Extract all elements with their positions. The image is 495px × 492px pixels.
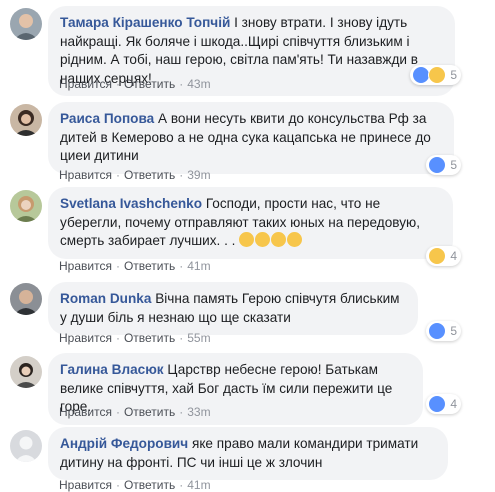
default-avatar-icon [10, 430, 42, 462]
reactions-summary[interactable]: 5 [410, 65, 461, 85]
avatar-photo [10, 8, 42, 40]
timestamp[interactable]: 41m [187, 478, 210, 492]
like-reaction-icon [428, 322, 447, 340]
avatar[interactable] [10, 356, 42, 388]
timestamp[interactable]: 33m [187, 405, 210, 419]
author-name[interactable]: Roman Dunka [60, 291, 151, 306]
reactions-summary[interactable]: 5 [426, 321, 461, 341]
author-name[interactable]: Раиса Попова [60, 111, 154, 126]
reply-link[interactable]: Ответить [124, 405, 175, 419]
crying-emoji-icon [255, 232, 271, 247]
timestamp[interactable]: 41m [187, 259, 210, 273]
author-name[interactable]: Svetlana Ivashchenko [60, 196, 202, 211]
comment-actions: Нравится · Ответить · 39m [59, 168, 211, 182]
reactions-summary[interactable]: 4 [426, 246, 461, 266]
sad-reaction-icon [428, 247, 447, 265]
reaction-count: 5 [450, 158, 457, 172]
author-name[interactable]: Тамара Кірашенко Топчій [60, 15, 230, 30]
avatar[interactable] [10, 430, 42, 462]
sad-reaction-icon [428, 66, 447, 84]
like-link[interactable]: Нравится [59, 259, 112, 273]
timestamp[interactable]: 43m [187, 77, 210, 91]
like-link[interactable]: Нравится [59, 405, 112, 419]
comment-thread: Тамара Кірашенко Топчій І знову втрати. … [0, 0, 495, 492]
avatar[interactable] [10, 104, 42, 136]
like-reaction-icon [428, 395, 447, 413]
comment-actions: Нравится · Ответить · 55m [59, 331, 211, 345]
reactions-summary[interactable]: 5 [426, 155, 461, 175]
reactions-summary[interactable]: 4 [426, 394, 461, 414]
comment-actions: Нравится · Ответить · 41m [59, 478, 211, 492]
like-link[interactable]: Нравится [59, 168, 112, 182]
like-link[interactable]: Нравится [59, 331, 112, 345]
reply-link[interactable]: Ответить [124, 168, 175, 182]
reaction-count: 5 [450, 324, 457, 338]
crying-emoji-icon [239, 232, 255, 247]
avatar-photo [10, 283, 42, 315]
comment-actions: Нравится · Ответить · 43m [59, 77, 211, 91]
reaction-count: 4 [450, 249, 457, 263]
reply-link[interactable]: Ответить [124, 259, 175, 273]
avatar-photo [10, 356, 42, 388]
reaction-count: 4 [450, 397, 457, 411]
comment-bubble: Svetlana Ivashchenko Господи, прости нас… [48, 187, 453, 259]
avatar-photo [10, 190, 42, 222]
timestamp[interactable]: 55m [187, 331, 210, 345]
comment-bubble: Раиса Попова А вони несуть квити до конс… [48, 102, 454, 174]
like-link[interactable]: Нравится [59, 478, 112, 492]
reply-link[interactable]: Ответить [124, 77, 175, 91]
comment-actions: Нравится · Ответить · 33m [59, 405, 211, 419]
reply-link[interactable]: Ответить [124, 478, 175, 492]
like-reaction-icon [428, 156, 447, 174]
avatar[interactable] [10, 190, 42, 222]
avatar-photo [10, 104, 42, 136]
comment-bubble: Андрій Федорович яке право мали командир… [48, 427, 448, 480]
comment-bubble: Roman Dunka Вічна память Герою співчутя … [48, 282, 418, 335]
reply-link[interactable]: Ответить [124, 331, 175, 345]
author-name[interactable]: Галина Власюк [60, 362, 164, 377]
crying-emoji-icon [271, 232, 287, 247]
timestamp[interactable]: 39m [187, 168, 210, 182]
crying-emoji-icon [287, 232, 303, 247]
reaction-count: 5 [450, 68, 457, 82]
avatar[interactable] [10, 8, 42, 40]
like-link[interactable]: Нравится [59, 77, 112, 91]
author-name[interactable]: Андрій Федорович [60, 436, 188, 451]
avatar[interactable] [10, 283, 42, 315]
comment-actions: Нравится · Ответить · 41m [59, 259, 211, 273]
